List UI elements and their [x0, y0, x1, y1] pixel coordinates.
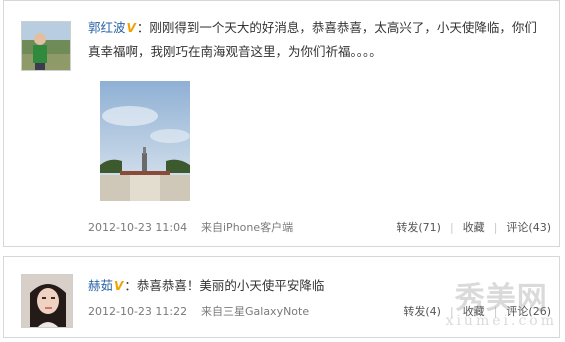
post-source[interactable]: 来自三星GalaxyNote	[201, 304, 309, 320]
v-badge-icon: V	[114, 279, 124, 293]
favorite-button[interactable]: 收藏	[463, 221, 485, 234]
repost-button[interactable]: 转发(71)	[396, 221, 441, 234]
action-separator: |	[449, 305, 454, 318]
action-separator: |	[493, 221, 498, 234]
post-source[interactable]: 来自iPhone客户端	[201, 220, 293, 236]
post-actions: 转发(4) | 收藏 | 评论(26)	[403, 304, 551, 320]
avatar-photo	[22, 275, 72, 327]
post-timestamp-link[interactable]: 2012-10-23 11:22	[88, 304, 187, 320]
avatar[interactable]	[21, 274, 73, 328]
post-text-block: 郭红波V：刚刚得到一个天大的好消息，恭喜恭喜，太高兴了，小天使降临，你们真幸福啊…	[88, 16, 549, 63]
avatar[interactable]	[21, 21, 71, 71]
comment-button[interactable]: 评论(26)	[506, 305, 551, 318]
author-name-link[interactable]: 赫茹	[88, 278, 113, 293]
post-content: 赫茹V：恭喜恭喜！美丽的小天使平安降临	[88, 274, 549, 298]
action-separator: |	[493, 305, 498, 318]
weibo-post-card: 赫茹V：恭喜恭喜！美丽的小天使平安降临 2012-10-23 11:22 来自三…	[3, 256, 560, 338]
post-text-block: 赫茹V：恭喜恭喜！美丽的小天使平安降临	[88, 274, 549, 298]
avatar-photo	[22, 22, 70, 70]
post-timestamp-link[interactable]: 2012-10-23 11:04	[88, 220, 187, 236]
weibo-post-card: 郭红波V：刚刚得到一个天大的好消息，恭喜恭喜，太高兴了，小天使降临，你们真幸福啊…	[3, 0, 560, 247]
post-text: ：恭喜恭喜！美丽的小天使平安降临	[124, 278, 325, 293]
v-badge-icon: V	[126, 21, 136, 35]
repost-button[interactable]: 转发(4)	[403, 305, 441, 318]
author-name-link[interactable]: 郭红波	[88, 20, 126, 35]
post-text: ：刚刚得到一个天大的好消息，恭喜恭喜，太高兴了，小天使降临，你们真幸福啊，我刚巧…	[88, 20, 537, 59]
photo-statue-scene	[100, 81, 190, 201]
post-meta: 2012-10-23 11:04 来自iPhone客户端 转发(71) | 收藏 | 评…	[88, 220, 551, 236]
post-meta: 2012-10-23 11:22 来自三星GalaxyNote 转发(4) | 收藏…	[88, 304, 551, 320]
comment-button[interactable]: 评论(43)	[506, 221, 551, 234]
post-actions: 转发(71) | 收藏 | 评论(43)	[396, 220, 551, 236]
action-separator: |	[449, 221, 454, 234]
post-image[interactable]	[100, 81, 190, 201]
post-content: 郭红波V：刚刚得到一个天大的好消息，恭喜恭喜，太高兴了，小天使降临，你们真幸福啊…	[88, 16, 549, 63]
favorite-button[interactable]: 收藏	[463, 305, 485, 318]
